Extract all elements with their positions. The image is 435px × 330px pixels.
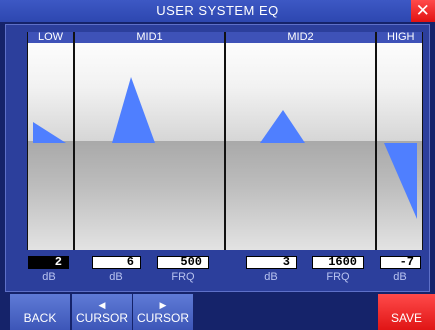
cursor-right-label: CURSOR (136, 311, 189, 325)
mid1-gain-unit: dB (109, 271, 123, 283)
low-gain-unit: dB (42, 271, 56, 283)
band-high-curve (384, 143, 417, 219)
band-mid1-curve (112, 77, 155, 143)
cursor-left-button[interactable]: ◀ CURSOR (72, 294, 132, 330)
high-gain-unit: dB (393, 271, 407, 283)
band-high[interactable]: HIGH (376, 32, 423, 250)
close-button[interactable]: ✕ (411, 0, 435, 22)
cursor-right-button[interactable]: ▶ CURSOR (133, 294, 193, 330)
bottom-button-bar: BACK ◀ CURSOR ▶ CURSOR SAVE (0, 294, 435, 330)
window-title: USER SYSTEM EQ (156, 3, 279, 18)
mid2-gain-unit: dB (264, 271, 278, 283)
close-icon: ✕ (415, 1, 431, 20)
mid2-freq-value[interactable]: 1600 (312, 256, 364, 269)
arrow-right-icon: ▶ (159, 300, 167, 310)
back-button-label: BACK (23, 311, 57, 325)
eq-graph: LOW MID1 MID2 HIGH (27, 32, 423, 250)
band-low[interactable]: LOW (27, 32, 74, 250)
mid1-freq-value[interactable]: 500 (157, 256, 209, 269)
window-title-bar: USER SYSTEM EQ ✕ (0, 0, 435, 22)
band-low-curve (33, 122, 66, 143)
mid1-gain-value[interactable]: 6 (92, 256, 141, 269)
mid2-gain-value[interactable]: 3 (246, 256, 297, 269)
low-gain-value[interactable]: 2 (28, 256, 69, 269)
arrow-left-icon: ◀ (98, 300, 106, 310)
back-button[interactable]: BACK (10, 294, 70, 330)
high-gain-value[interactable]: -7 (380, 256, 421, 269)
band-mid2-curve (260, 110, 305, 143)
save-button[interactable]: SAVE (378, 294, 435, 330)
cursor-left-label: CURSOR (75, 311, 128, 325)
mid1-freq-unit: FRQ (171, 271, 195, 283)
band-mid1[interactable]: MID1 (74, 32, 225, 250)
band-mid2[interactable]: MID2 (225, 32, 376, 250)
mid2-freq-unit: FRQ (326, 271, 350, 283)
save-button-label: SAVE (390, 311, 423, 325)
